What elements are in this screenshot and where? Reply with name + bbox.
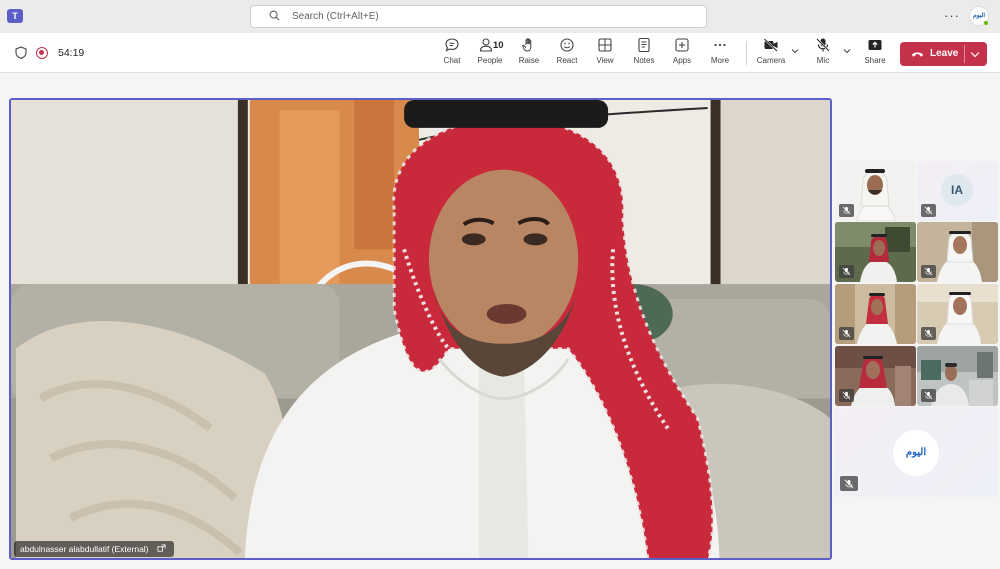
mic-off-icon	[842, 267, 851, 276]
leave-options-chevron-icon[interactable]	[970, 51, 980, 58]
settings-more-icon[interactable]: ···	[944, 8, 960, 23]
participant-initials: IA	[941, 174, 973, 206]
toolbar-divider	[746, 41, 747, 65]
notes-label: Notes	[633, 56, 655, 65]
mic-off-icon	[842, 206, 851, 215]
leave-separator	[964, 45, 965, 63]
people-label: People	[477, 56, 503, 65]
participant-tile[interactable]	[835, 284, 916, 344]
chat-icon	[445, 38, 459, 52]
avatar-text: اليوم	[972, 13, 986, 19]
more-label: More	[710, 56, 730, 65]
view-button[interactable]: View	[593, 37, 617, 71]
muted-indicator	[840, 476, 858, 491]
participant-tile[interactable]	[917, 284, 998, 344]
react-label: React	[556, 56, 578, 65]
participant-tile-logo[interactable]: اليوم	[835, 407, 998, 497]
participant-tile-ia[interactable]: IA	[917, 161, 998, 221]
raise-label: Raise	[518, 56, 540, 65]
notes-icon	[638, 37, 650, 53]
mic-off-icon	[842, 329, 851, 338]
mic-off-icon	[924, 267, 933, 276]
camera-options-chevron-icon[interactable]	[791, 48, 799, 54]
muted-indicator	[839, 204, 854, 217]
muted-indicator	[921, 327, 936, 340]
participant-tile[interactable]	[917, 222, 998, 282]
notes-button[interactable]: Notes	[632, 37, 656, 71]
apps-plus-icon	[675, 38, 689, 52]
mic-off-icon	[924, 206, 933, 215]
shield-icon[interactable]	[15, 46, 27, 59]
search-box[interactable]: Search (Ctrl+Alt+E)	[250, 5, 707, 28]
share-label: Share	[864, 56, 886, 65]
leave-button[interactable]: Leave	[900, 42, 987, 66]
camera-button[interactable]: Camera	[756, 37, 786, 71]
react-button[interactable]: React	[554, 37, 580, 71]
participant-logo: اليوم	[893, 430, 939, 476]
raise-hand-icon	[522, 38, 532, 52]
speaker-name-tag: abdulnasser alabdullatif (External)	[14, 541, 174, 557]
mic-off-icon	[816, 38, 830, 52]
muted-indicator	[839, 327, 854, 340]
external-user-icon	[157, 544, 166, 552]
participant-tile[interactable]	[835, 346, 916, 406]
share-screen-icon	[868, 40, 882, 50]
chat-button[interactable]: Chat	[440, 37, 464, 71]
leave-label: Leave	[930, 48, 959, 59]
mic-off-icon	[924, 391, 933, 400]
participant-tile[interactable]	[917, 346, 998, 406]
share-button[interactable]: Share	[862, 37, 888, 71]
view-label: View	[596, 56, 614, 65]
mic-options-chevron-icon[interactable]	[843, 48, 851, 54]
muted-indicator	[839, 265, 854, 278]
raise-hand-button[interactable]: Raise	[516, 37, 542, 71]
muted-indicator	[921, 389, 936, 402]
apps-button[interactable]: Apps	[670, 37, 694, 71]
mic-off-icon	[842, 391, 851, 400]
mic-off-icon	[844, 479, 854, 489]
muted-indicator	[921, 265, 936, 278]
search-placeholder: Search (Ctrl+Alt+E)	[292, 11, 379, 22]
chat-label: Chat	[443, 56, 461, 65]
mic-label: Mic	[816, 56, 830, 65]
mic-off-icon	[924, 329, 933, 338]
muted-indicator	[839, 389, 854, 402]
participant-tile[interactable]	[835, 161, 916, 221]
speaker-video-feed	[11, 100, 830, 558]
teams-logo-icon: T	[7, 9, 23, 23]
people-icon	[479, 38, 493, 52]
profile-avatar[interactable]: اليوم	[969, 6, 989, 26]
hang-up-icon	[911, 52, 924, 57]
more-dots-icon	[714, 43, 726, 47]
search-icon	[269, 10, 280, 21]
speaker-name: abdulnasser alabdullatif (External)	[20, 544, 149, 554]
presence-dot	[983, 20, 989, 26]
muted-indicator	[921, 204, 936, 217]
people-count: 10	[493, 40, 504, 51]
participant-tile[interactable]	[835, 222, 916, 282]
view-grid-icon	[598, 38, 612, 52]
camera-off-icon	[763, 38, 778, 52]
more-button[interactable]: More	[708, 37, 732, 71]
camera-label: Camera	[756, 56, 786, 65]
apps-label: Apps	[672, 56, 692, 65]
recording-icon	[36, 47, 48, 59]
meeting-timer: 54:19	[58, 47, 85, 59]
title-bar: T Search (Ctrl+Alt+E) ··· اليوم	[0, 0, 1000, 33]
smiley-icon	[560, 38, 574, 52]
mic-button[interactable]: Mic	[810, 37, 836, 71]
main-video-stage[interactable]: abdulnasser alabdullatif (External)	[9, 98, 832, 560]
meeting-toolbar: 54:19 Chat People 10 Raise React View No…	[0, 33, 1000, 73]
